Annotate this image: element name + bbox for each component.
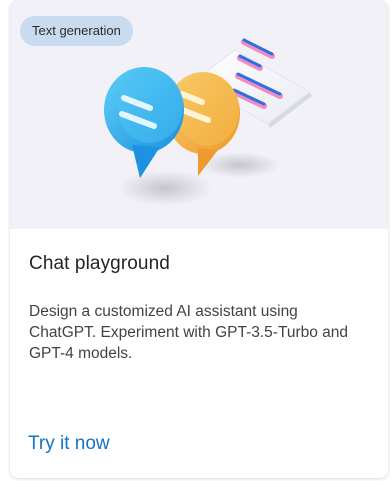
- card-description: Design a customized AI assistant using C…: [29, 303, 349, 362]
- try-it-now-link[interactable]: Try it now: [28, 433, 110, 455]
- card-content: Chat playground Design a customized AI a…: [10, 229, 388, 478]
- card-title: Chat playground: [29, 253, 170, 274]
- chat-playground-card[interactable]: Text generation Chat playground Design a…: [10, 0, 388, 478]
- blue-chat-bubble: [104, 67, 184, 178]
- chat-bubbles-illustration: [104, 38, 312, 206]
- card-hero: Text generation: [10, 0, 388, 229]
